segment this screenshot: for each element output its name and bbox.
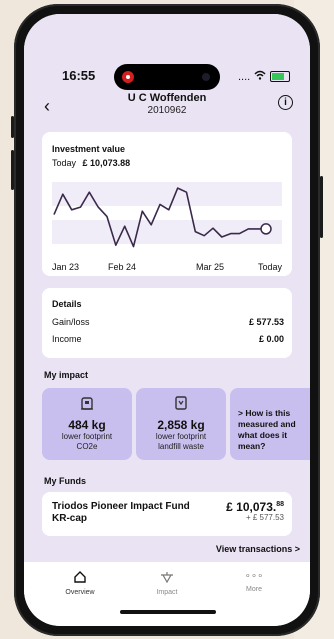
impact-more-tile[interactable]: > How is this measured and what does it … [230, 388, 310, 460]
info-icon[interactable]: i [278, 95, 293, 110]
impact-label: landfill waste [158, 442, 204, 451]
income-value: £ 0.00 [258, 334, 284, 344]
today-label: Today [52, 158, 77, 168]
x-axis-labels: Jan 23 Feb 24 Mar 25 Today [52, 262, 282, 272]
impact-label: lower footprint [155, 432, 207, 441]
view-transactions-link[interactable]: View transactions > [216, 544, 300, 554]
battery-icon [270, 71, 291, 82]
gain-row: Gain/loss £ 577.53 [52, 317, 284, 327]
volume-button [11, 150, 14, 190]
impact-label: lower footprint [61, 432, 113, 441]
grid-band [52, 182, 282, 206]
camera-icon [202, 73, 210, 81]
investment-line-chart[interactable] [52, 176, 282, 256]
recording-icon [122, 71, 134, 83]
impact-label: CO2e [76, 442, 98, 451]
bin-icon [136, 395, 226, 414]
impact-tile-waste[interactable]: 2,858 kg lower footprint landfill waste [136, 388, 226, 460]
app-screen: 16:55 .... ‹ U C Woffenden 2010962 i Inv… [24, 14, 310, 626]
wifi-icon [254, 70, 266, 83]
today-value-row: Today £ 10,073.88 [52, 158, 130, 168]
building-icon [42, 395, 132, 414]
x-tick: Feb 24 [108, 262, 137, 272]
income-row: Income £ 0.00 [52, 334, 284, 344]
x-tick: Today [257, 262, 282, 272]
details-title: Details [52, 299, 82, 309]
impact-title: My impact [44, 370, 89, 380]
dynamic-island [114, 64, 220, 90]
funds-title: My Funds [44, 476, 86, 486]
fund-value: £ 10,073.88 + £ 577.53 [226, 500, 284, 522]
details-card: Details Gain/loss £ 577.53 Income £ 0.00 [42, 288, 292, 358]
home-indicator [120, 610, 216, 614]
grid-band [52, 220, 282, 244]
page-title: U C Woffenden [127, 92, 207, 104]
fund-card[interactable]: Triodos Pioneer Impact Fund KR-cap £ 10,… [42, 492, 292, 536]
impact-value: 484 kg [68, 418, 106, 432]
status-time: 16:55 [62, 68, 96, 83]
x-tick: Jan 23 [52, 262, 80, 272]
tab-overview[interactable]: Overview [40, 570, 120, 596]
x-tick: Mar 25 [196, 262, 225, 272]
investment-card: Investment value Today £ 10,073.88 Jan 2… [42, 132, 292, 276]
signal-icon: .... [238, 70, 251, 83]
more-icon: ∘∘∘ [244, 571, 264, 582]
fund-value-pence: 88 [276, 501, 284, 508]
impact-tile-co2[interactable]: 484 kg lower footprint CO2e [42, 388, 132, 460]
gain-value: £ 577.53 [248, 317, 284, 327]
power-button [320, 176, 323, 238]
top-bar: ‹ U C Woffenden 2010962 i [24, 92, 310, 124]
tab-label: More [246, 586, 262, 593]
fund-change: + £ 577.53 [245, 513, 284, 522]
tab-label: Impact [156, 589, 178, 596]
phone-frame: 16:55 .... ‹ U C Woffenden 2010962 i Inv… [11, 4, 323, 636]
fund-value-main: £ 10,073. [226, 500, 277, 514]
tab-label: Overview [65, 589, 95, 596]
gain-label: Gain/loss [52, 317, 90, 327]
tab-impact[interactable]: Impact [127, 570, 207, 596]
home-icon [40, 570, 120, 587]
income-label: Income [52, 334, 82, 344]
account-number: 2010962 [147, 105, 187, 116]
status-icons: .... [238, 70, 291, 83]
today-value: £ 10,073.88 [82, 158, 131, 168]
impact-more-link: > How is this measured and what does it … [238, 408, 296, 451]
fund-name: Triodos Pioneer Impact Fund KR-cap [52, 501, 190, 524]
tab-more[interactable]: ∘∘∘ More [214, 570, 294, 593]
tab-bar: Overview Impact ∘∘∘ More [24, 562, 310, 626]
current-value-marker[interactable] [260, 223, 272, 235]
volume-button [11, 116, 14, 138]
impact-icon [127, 570, 207, 587]
impact-value: 2,858 kg [157, 418, 205, 432]
investment-title: Investment value [52, 144, 126, 154]
